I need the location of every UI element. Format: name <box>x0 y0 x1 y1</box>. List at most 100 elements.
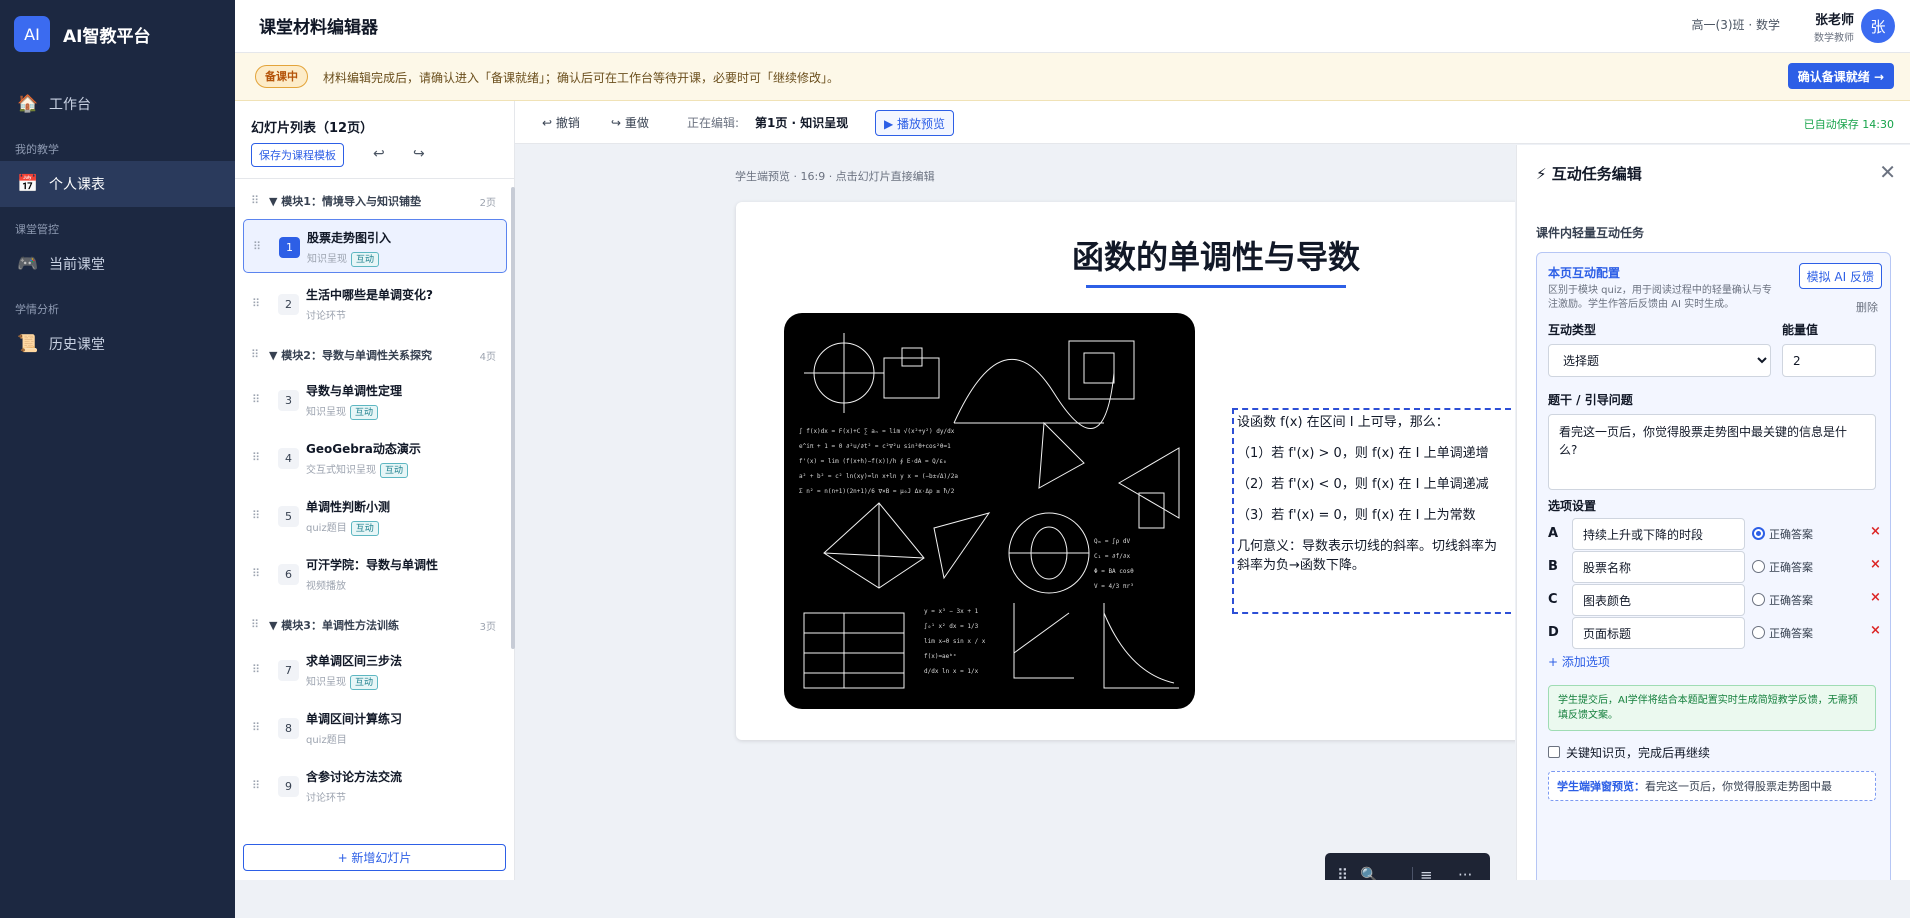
autosave-status: 已自动保存 14:30 <box>1803 118 1894 131</box>
slide-item[interactable]: ⠿ 3 导数与单调性定理 知识呈现 互动 <box>243 373 507 427</box>
nav-label: 历史课堂 <box>49 337 105 353</box>
option-letter: C <box>1548 592 1558 607</box>
interaction-type-select[interactable]: 选择题 <box>1548 344 1771 377</box>
slide-item[interactable]: ⠿ 4 GeoGebra动态演示 交互式知识呈现 互动 <box>243 431 507 485</box>
drag-handle-icon[interactable]: ⠿ <box>252 779 260 792</box>
slide-list[interactable]: ⠿ ▼ 模块1：情境导入与知识铺垫 2页 ⠿ 1 股票走势图引入 知识呈现 互动 … <box>235 181 515 841</box>
brand: AI AI智教平台 <box>0 0 235 68</box>
key-page-checkbox[interactable] <box>1548 746 1560 758</box>
delete-option-icon[interactable]: × <box>1870 557 1881 572</box>
slide-heading[interactable]: 函数的单调性与导数 <box>736 232 1515 278</box>
slide-item[interactable]: ⠿ 7 求单调区间三步法 知识呈现 互动 <box>243 643 507 697</box>
interact-tag: 互动 <box>350 405 379 420</box>
module-count: 2页 <box>479 198 496 209</box>
slide-list-panel: 幻灯片列表（12页） 保存为课程模板 ↩ ↪ ⠿ ▼ 模块1：情境导入与知识铺垫… <box>235 101 515 880</box>
nav-item-personal-schedule[interactable]: 📅 个人课表 <box>0 161 235 207</box>
confirm-ready-button[interactable]: 确认备课就绪 → <box>1787 63 1894 89</box>
module-header[interactable]: ⠿ ▼ 模块1：情境导入与知识铺垫 2页 <box>235 181 515 219</box>
module-header[interactable]: ⠿ ▼ 模块3：单调性方法训练 3页 <box>235 605 515 643</box>
slide-item[interactable]: ⠿ 5 单调性判断小测 quiz题目 互动 <box>243 489 507 543</box>
delete-interaction-link[interactable]: 删除 <box>1856 299 1878 315</box>
nav-item-history-class[interactable]: 📜 历史课堂 <box>0 321 235 367</box>
stem-textarea[interactable]: 看完这一页后，你觉得股票走势图中最关键的信息是什么? <box>1548 414 1876 490</box>
correct-answer-radio[interactable] <box>1752 527 1765 540</box>
drag-handle-icon[interactable]: ⠿ <box>252 393 260 406</box>
energy-input[interactable] <box>1782 344 1876 377</box>
svg-text:a² + b² = c² ln(xy)=ln x+ln: a² + b² = c² ln(xy)=ln x+ln y x = (−b±√Δ… <box>799 473 958 480</box>
nav-label: 工作台 <box>49 97 91 113</box>
class-info[interactable]: 高一(3)班 · 数学 <box>1692 16 1780 33</box>
simulate-ai-feedback-button[interactable]: 模拟 AI 反馈 <box>1798 263 1882 289</box>
svg-text:d/dx ln x = 1/x: d/dx ln x = 1/x <box>924 668 979 675</box>
interaction-panel-title: ⚡ 互动任务编辑 <box>1536 165 1642 183</box>
delete-option-icon[interactable]: × <box>1870 524 1881 539</box>
add-option-link[interactable]: + 添加选项 <box>1548 653 1610 670</box>
delete-option-icon[interactable]: × <box>1870 623 1881 638</box>
avatar[interactable]: 张 <box>1861 9 1895 43</box>
slide-preview[interactable]: 函数的单调性与导数 ∫ f(x)dx = F(x)+C ∑ aₙ = lim √… <box>736 202 1515 740</box>
drag-handle-icon[interactable]: ⠿ <box>251 194 259 207</box>
play-preview-button[interactable]: ▶ 播放预览 <box>875 110 955 136</box>
correct-answer-radio[interactable] <box>1752 593 1765 606</box>
redo-icon[interactable]: ↪ <box>413 146 425 162</box>
slide-type-label: 知识呈现 <box>307 254 347 265</box>
module-header[interactable]: ⠿ ▼ 模块2：导数与单调性关系探究 4页 <box>235 335 515 373</box>
slide-number: 9 <box>278 776 299 797</box>
theorem-text-box[interactable]: 设函数 f(x) 在区间 I 上可导，那么： （1）若 f'(x) > 0，则 … <box>1232 408 1515 614</box>
drag-handle-icon[interactable]: ⠿ <box>252 567 260 580</box>
nav-item-current-class[interactable]: 🎮 当前课堂 <box>0 241 235 287</box>
interact-tag: 互动 <box>351 252 380 267</box>
add-slide-button[interactable]: + 新增幻灯片 <box>243 844 506 871</box>
option-letter: B <box>1548 559 1558 574</box>
nav-item-workbench[interactable]: 🏠 工作台 <box>0 81 235 127</box>
key-page-checkbox-row[interactable]: 关键知识页，完成后再继续 <box>1548 744 1710 761</box>
drag-handle-icon[interactable]: ⠿ <box>252 721 260 734</box>
slide-number: 4 <box>278 448 299 469</box>
slide-item[interactable]: ⠿ 6 可汗学院：导数与单调性 视频播放 <box>243 547 507 601</box>
svg-text:lim x→0 sin x / x: lim x→0 sin x / x <box>924 638 986 645</box>
slide-type: 交互式知识呈现 互动 <box>306 461 409 478</box>
slide-list-header: 幻灯片列表（12页） 保存为课程模板 ↩ ↪ <box>235 101 514 179</box>
drag-handle-icon[interactable]: ⠿ <box>252 509 260 522</box>
correct-answer-radio[interactable] <box>1752 560 1765 573</box>
delete-option-icon[interactable]: × <box>1870 590 1881 605</box>
ai-feedback-hint: 学生提交后，AI学伴将结合本题配置实时生成简短教学反馈，无需预填反馈文案。 <box>1548 685 1876 731</box>
drag-handle-icon[interactable]: ⠿ <box>251 348 259 361</box>
bottom-area <box>235 880 1910 918</box>
drag-handle-icon[interactable]: ⠿ <box>251 618 259 631</box>
slide-item[interactable]: ⠿ 9 含参讨论方法交流 讨论环节 <box>243 759 507 813</box>
slide-type: 视频播放 <box>306 581 346 592</box>
user-info[interactable]: 张老师 数学教师 <box>1814 9 1854 44</box>
banner-text: 材料编辑完成后，请确认进入「备课就绪」；确认后可在工作台等待开课，必要时可「继续… <box>323 71 840 85</box>
close-icon[interactable]: ✕ <box>1879 160 1896 184</box>
undo-icon[interactable]: ↩ <box>373 146 385 162</box>
slide-item[interactable]: ⠿ 1 股票走势图引入 知识呈现 互动 <box>243 219 507 273</box>
interact-tag: 互动 <box>350 675 379 690</box>
slide-item[interactable]: ⠿ 8 单调区间计算练习 quiz题目 <box>243 701 507 755</box>
slide-type-label: 知识呈现 <box>306 407 346 418</box>
svg-text:C₁ = ∂f/∂x: C₁ = ∂f/∂x <box>1094 553 1131 560</box>
undo-button[interactable]: ↩ 撤销 <box>542 114 580 131</box>
option-input[interactable] <box>1572 551 1745 583</box>
save-template-button[interactable]: 保存为课程模板 <box>251 143 344 167</box>
interact-tag: 互动 <box>380 463 409 478</box>
slide-item[interactable]: ⠿ 2 生活中哪些是单调变化? 讨论环节 <box>243 277 507 331</box>
option-input[interactable] <box>1572 617 1745 649</box>
slide-title: 可汗学院：导数与单调性 <box>306 558 439 572</box>
option-input[interactable] <box>1572 518 1745 550</box>
preview-text: 看完这一页后，你觉得股票走势图中最 <box>1645 780 1832 793</box>
drag-handle-icon[interactable]: ⠿ <box>252 663 260 676</box>
redo-button[interactable]: ↪ 重做 <box>611 114 649 131</box>
drag-handle-icon[interactable]: ⠿ <box>253 240 261 253</box>
slide-title: GeoGebra动态演示 <box>306 442 421 456</box>
drag-handle-icon[interactable]: ⠿ <box>252 451 260 464</box>
math-blackboard-image[interactable]: ∫ f(x)dx = F(x)+C ∑ aₙ = lim √(x²+y²) dy… <box>784 313 1195 709</box>
editor-toolbar: ↩ 撤销 ↪ 重做 正在编辑: 第1页 · 知识呈现 ▶ 播放预览 已自动保存 … <box>515 101 1910 144</box>
svg-text:∫₀¹ x² dx = 1/3: ∫₀¹ x² dx = 1/3 <box>924 622 979 630</box>
status-badge: 备课中 <box>255 65 308 88</box>
slide-number: 6 <box>278 564 299 585</box>
option-input[interactable] <box>1572 584 1745 616</box>
options-label: 选项设置 <box>1548 499 1597 513</box>
correct-answer-radio[interactable] <box>1752 626 1765 639</box>
drag-handle-icon[interactable]: ⠿ <box>252 297 260 310</box>
